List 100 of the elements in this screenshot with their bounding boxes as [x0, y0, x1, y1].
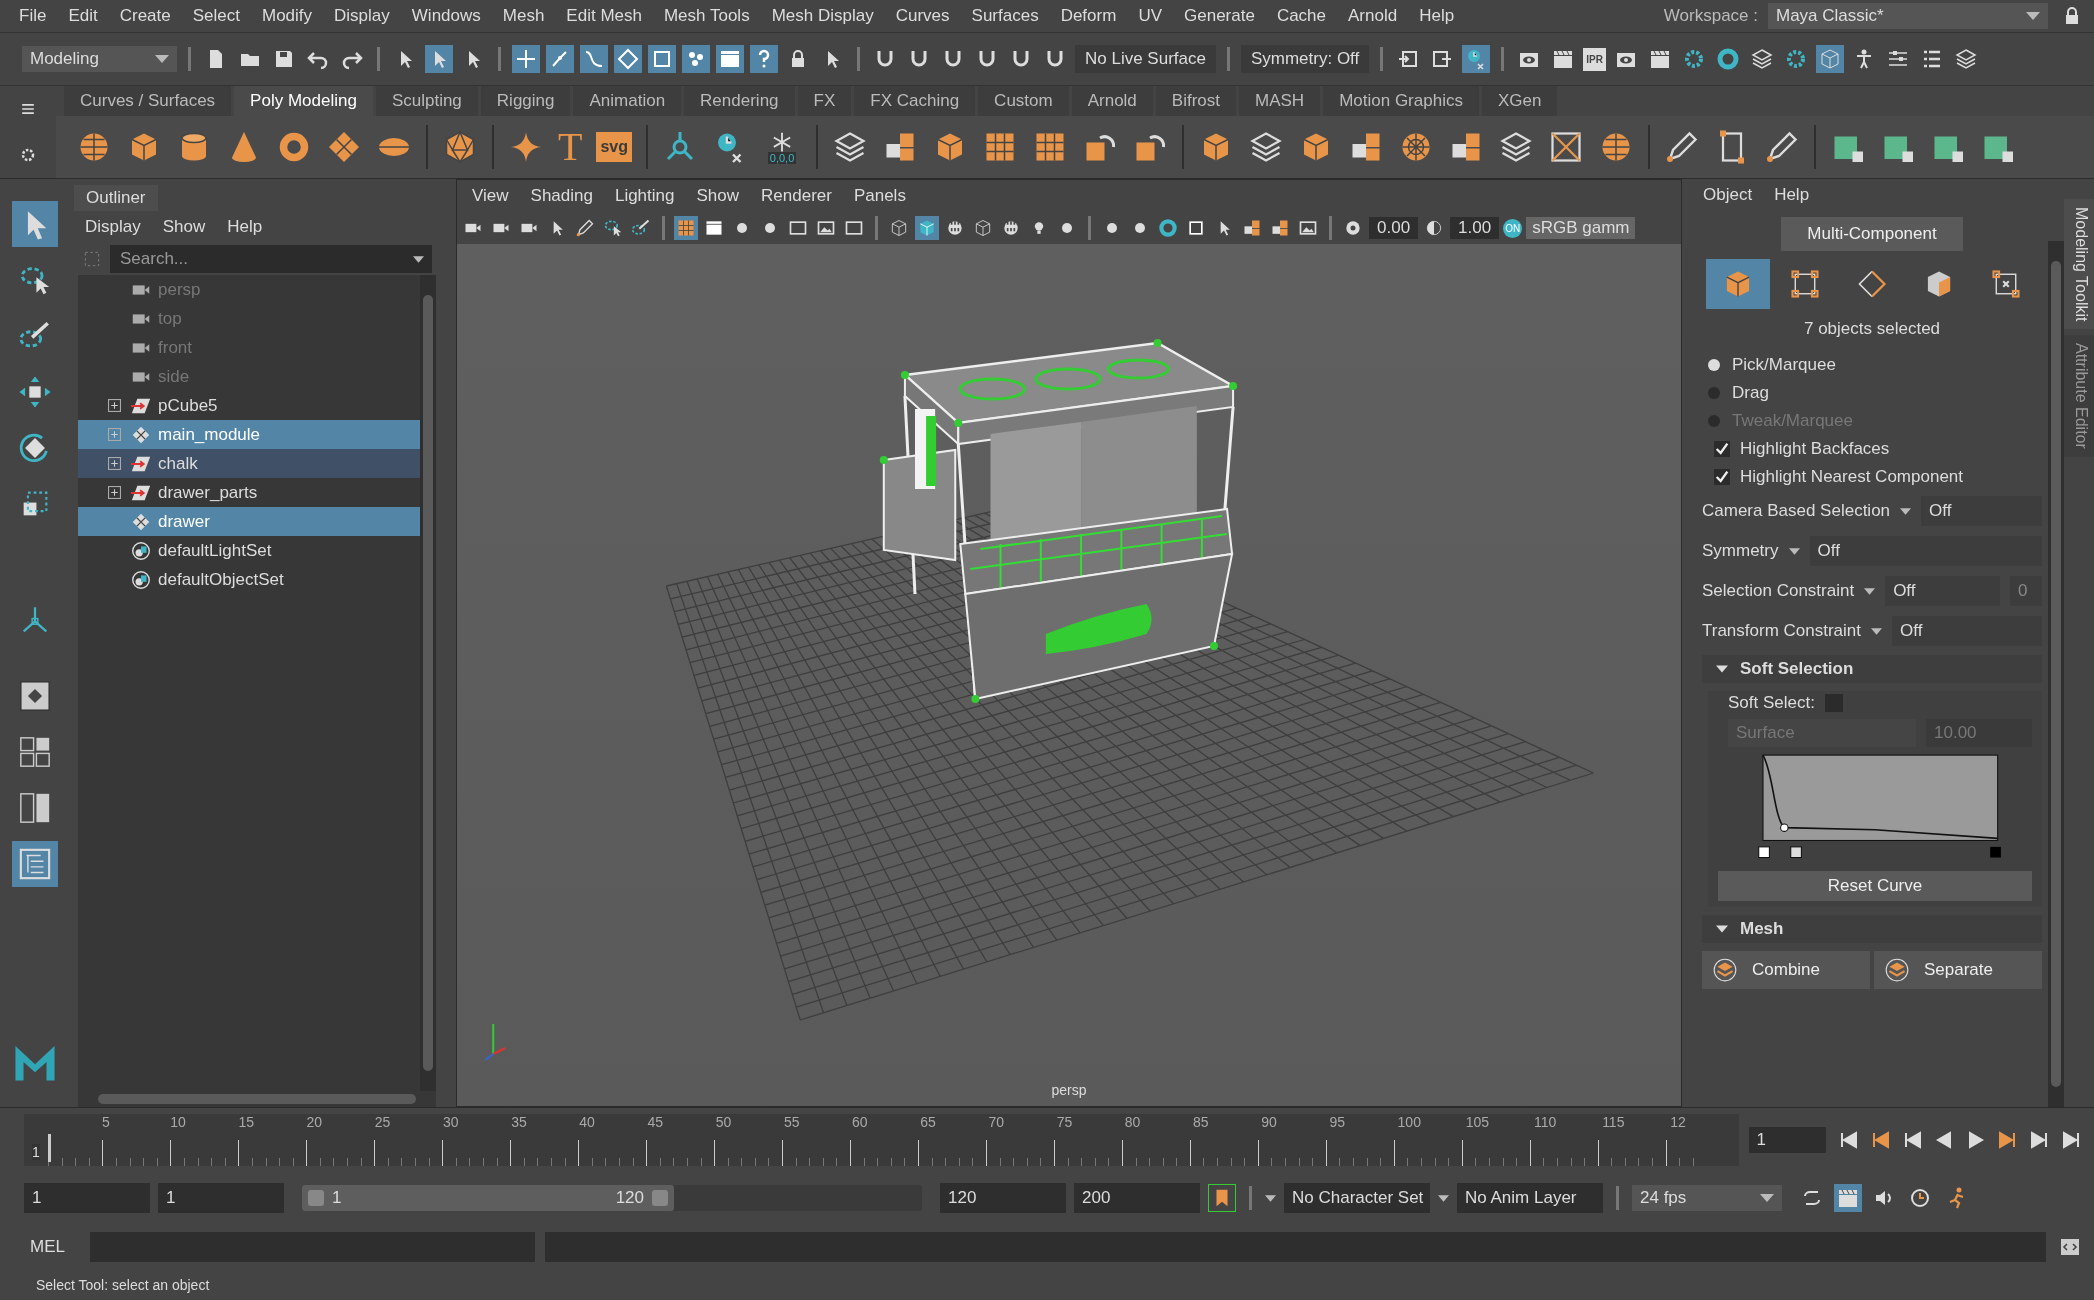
character-set-dropdown[interactable]: No Character Set — [1284, 1183, 1430, 1213]
menu-item[interactable]: Help — [216, 215, 274, 239]
playback-start-field[interactable]: 1 — [158, 1183, 284, 1213]
command-language-label[interactable]: MEL — [30, 1237, 80, 1257]
text-tool-button[interactable]: T — [558, 127, 583, 167]
menu-item[interactable]: Mesh — [491, 4, 556, 28]
range-slider-track[interactable]: 1 120 — [302, 1185, 922, 1211]
menu-item[interactable]: Display — [323, 4, 401, 28]
time-slider[interactable]: 1 5 10 15 20 25 30 35 40 45 50 55 60 65 70 75 80 85 90 95 100 105 110 115 12 — [24, 1114, 1739, 1166]
value-field[interactable]: Off — [1892, 616, 2042, 646]
outliner-tab[interactable]: Outliner — [74, 185, 158, 211]
outliner-item[interactable]: drawer — [78, 507, 420, 536]
shelf-tab[interactable]: Curves / Surfaces — [64, 86, 232, 116]
side-tab[interactable]: Modeling Toolkit — [2064, 199, 2094, 330]
menu-item[interactable]: Mesh Display — [760, 4, 885, 28]
start-frame-field[interactable]: 1 — [24, 1183, 150, 1213]
mesh-button[interactable]: Combine — [1702, 951, 1870, 989]
menu-item[interactable]: Deform — [1049, 4, 1128, 28]
outliner-item[interactable]: pCube5 — [78, 391, 420, 420]
menu-item[interactable]: Arnold — [1337, 4, 1409, 28]
outliner-item[interactable]: defaultLightSet — [78, 536, 420, 565]
shelf-tab[interactable]: Poly Modeling — [234, 86, 373, 116]
menu-item[interactable]: Renderer — [750, 184, 843, 208]
live-surface-field[interactable]: No Live Surface — [1075, 45, 1216, 73]
outliner-item[interactable]: defaultObjectSet — [78, 565, 420, 594]
playback-end-field[interactable]: 120 — [940, 1183, 1066, 1213]
menu-item[interactable]: Help — [1408, 4, 1466, 28]
menu-item[interactable]: Mesh Tools — [652, 4, 761, 28]
menu-item[interactable]: Panels — [842, 184, 917, 208]
shelf-tab[interactable]: Bifrost — [1155, 86, 1236, 116]
checkbox[interactable]: Highlight Backfaces — [1702, 439, 2042, 459]
menu-item[interactable]: Curves — [884, 4, 961, 28]
help-line-text: Select Tool: select an object — [36, 1277, 210, 1293]
menu-item[interactable]: Help — [1763, 183, 1821, 207]
side-tab[interactable]: Attribute Editor — [2064, 335, 2094, 458]
radio-option[interactable]: Drag — [1702, 383, 2042, 403]
shelf-tab[interactable]: Custom — [978, 86, 1069, 116]
menu-item[interactable]: Cache — [1265, 4, 1338, 28]
anim-layer-dropdown[interactable]: No Anim Layer — [1457, 1183, 1603, 1213]
fps-dropdown[interactable]: 24 fps — [1632, 1185, 1782, 1211]
menu-item[interactable]: Generate — [1173, 4, 1266, 28]
menu-item[interactable]: Lighting — [603, 184, 686, 208]
symmetry-field[interactable]: Symmetry: Off — [1240, 45, 1370, 73]
ipr-render-button[interactable]: IPR — [1583, 47, 1606, 71]
shelf-tab[interactable]: FX Caching — [854, 86, 976, 116]
shelf-tab[interactable]: Arnold — [1071, 86, 1153, 116]
outliner-item[interactable]: chalk — [78, 449, 420, 478]
value-field[interactable]: Off — [1809, 536, 2042, 566]
workspace-dropdown[interactable]: Maya Classic* — [1768, 3, 2048, 29]
menu-item[interactable]: Edit — [57, 4, 109, 28]
current-frame-label: 1 — [32, 1144, 40, 1160]
color-space-field[interactable]: sRGB gamm — [1526, 217, 1636, 239]
dropdown-label[interactable]: Transform Constraint — [1702, 621, 1862, 641]
menu-item[interactable]: File — [8, 4, 58, 28]
mesh-button[interactable]: Separate — [1874, 951, 2042, 989]
reset-curve-button[interactable]: Reset Curve — [1718, 871, 2032, 901]
multi-component-button[interactable]: Multi-Component — [1781, 217, 1963, 251]
dropdown-label[interactable]: Symmetry — [1702, 541, 1779, 561]
outliner-item[interactable]: main_module — [78, 420, 420, 449]
section-header[interactable]: Soft Selection — [1702, 655, 2042, 683]
menu-item[interactable]: UV — [1127, 4, 1173, 28]
svg-tool-button[interactable]: svg — [596, 132, 632, 162]
menu-item[interactable]: Modify — [251, 4, 324, 28]
shelf-tab[interactable]: Motion Graphics — [1323, 86, 1479, 116]
dropdown-label[interactable]: Selection Constraint — [1702, 581, 1855, 601]
search-field[interactable]: Search... — [110, 245, 432, 273]
menu-item[interactable]: Windows — [400, 4, 492, 28]
menu-item[interactable]: Show — [151, 215, 217, 239]
section-header[interactable]: Mesh — [1702, 915, 2042, 943]
shelf-tab[interactable]: Sculpting — [375, 86, 478, 116]
shelf-tab[interactable]: XGen — [1481, 86, 1558, 116]
menu-item[interactable]: Object — [1692, 183, 1764, 207]
range-end-label: 120 — [615, 1188, 644, 1208]
freeze-transform-button[interactable]: 0,0,0 — [762, 130, 802, 164]
shelf-tab[interactable]: Rendering — [684, 86, 795, 116]
shelf-tab[interactable]: FX — [797, 86, 852, 116]
value-field[interactable]: Off — [1885, 576, 2000, 606]
current-frame-field[interactable]: 1 — [1748, 1127, 1826, 1153]
exposure-field[interactable]: 0.00 — [1369, 217, 1419, 239]
checkbox[interactable]: Highlight Nearest Component — [1702, 467, 2042, 487]
dropdown-label[interactable]: Camera Based Selection — [1702, 501, 1891, 521]
shelf-tab[interactable]: Animation — [573, 86, 682, 116]
outliner-item[interactable]: drawer_parts — [78, 478, 420, 507]
menu-item[interactable]: Edit Mesh — [555, 4, 653, 28]
menu-item[interactable]: Create — [108, 4, 182, 28]
radio-option[interactable]: Pick/Marquee — [1702, 355, 2042, 375]
search-input[interactable]: Search... — [118, 248, 413, 270]
menu-item[interactable]: Show — [685, 184, 751, 208]
menu-item[interactable]: View — [461, 184, 520, 208]
menu-item[interactable]: Shading — [519, 184, 604, 208]
gamma-field[interactable]: 1.00 — [1450, 217, 1500, 239]
shelf-tab[interactable]: MASH — [1239, 86, 1321, 116]
menu-item[interactable]: Select — [181, 4, 251, 28]
camera-label: persp — [1051, 1082, 1087, 1098]
end-frame-field[interactable]: 200 — [1074, 1183, 1200, 1213]
menu-item[interactable]: Display — [74, 215, 152, 239]
menu-item[interactable]: Surfaces — [960, 4, 1050, 28]
value-field[interactable]: Off — [1921, 496, 2042, 526]
menu-set-dropdown[interactable]: Modeling — [22, 46, 177, 72]
shelf-tab[interactable]: Rigging — [480, 86, 571, 116]
